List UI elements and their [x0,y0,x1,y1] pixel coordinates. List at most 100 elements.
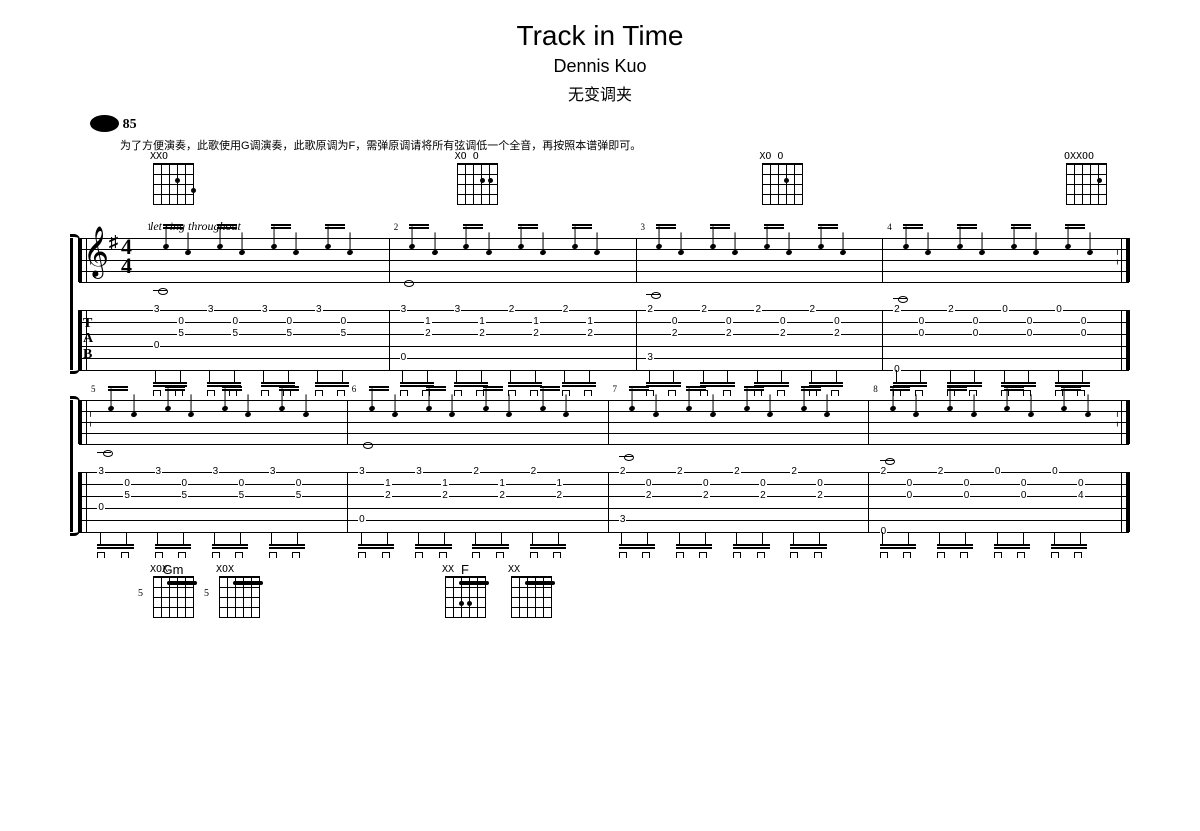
tab-fret: 3 [646,352,654,363]
tab-measure: 0305305305305 [143,310,390,370]
tab-fret: 1 [441,478,449,489]
tab-measure: 0200200000004 [869,472,1129,532]
measure-number: 1 [147,222,152,232]
tab-fret: 2 [532,328,540,339]
tab-fret: 2 [725,328,733,339]
tab-fret: 0 [963,490,971,501]
tab-fret: 0 [340,316,348,327]
composer: Dennis Kuo [70,56,1130,77]
tab-fret: 1 [532,316,540,327]
measure-number: 8 [873,384,878,394]
tab-fret: 2 [645,490,653,501]
tab-fret: 0 [231,316,239,327]
tab-fret: 5 [295,490,303,501]
tab-fret: 0 [295,478,303,489]
tab-measure: 3202202202202 [609,472,870,532]
performance-instructions: 为了方便演奏，此歌使用G调演奏，此歌原调为F，需弹原调请将所有弦调低一个全音，再… [120,137,1130,153]
tab-fret: 3 [358,466,366,477]
tab-fret: 0 [1055,304,1063,315]
tab-measure: 3202202202202 [637,310,884,370]
tab-fret: 2 [700,304,708,315]
subtitle: 无变调夹 [70,81,1130,105]
tab-fret: 2 [530,466,538,477]
chord-diagram: XXO [150,163,196,217]
tab-fret: 5 [231,328,239,339]
chord-diagram-row-partial: Gm5XOX 5XOX FXX XX [70,562,1130,616]
measure-number: 3 [641,222,646,232]
tab-fret: 0 [994,466,1002,477]
tab-staff: TAB0305305305305031231221221232022022022… [78,310,1130,370]
key-signature: ♯ [109,232,118,253]
tab-fret: 1 [478,316,486,327]
tab-fret: 0 [1077,478,1085,489]
measure-number: 7 [613,384,618,394]
tab-fret: 0 [759,478,767,489]
tab-fret: 0 [1020,478,1028,489]
tab-staff: 0305305305305031231221221232022022022020… [78,472,1130,532]
tab-fret: 1 [498,478,506,489]
tab-fret: 0 [123,478,131,489]
tab-fret: 2 [809,304,817,315]
tab-fret: 5 [177,328,185,339]
tab-fret: 2 [619,466,627,477]
chord-diagram: OXXOO [1064,163,1110,217]
tab-fret: 3 [153,304,161,315]
tab-fret: 0 [893,364,901,375]
tab-fret: 3 [315,304,323,315]
tab-fret: 0 [1001,304,1009,315]
tab-fret: 0 [972,328,980,339]
tab-fret: 2 [586,328,594,339]
chord-diagram: XX [508,562,554,616]
tab-fret: 0 [906,490,914,501]
tab-fret: 0 [153,340,161,351]
tab-fret: 1 [556,478,564,489]
tab-fret: 0 [181,478,189,489]
tab-fret: 2 [508,304,516,315]
tab-fret: 3 [97,466,105,477]
tab-fret: 1 [424,316,432,327]
tab-fret: 0 [963,478,971,489]
notation-staff: ¦¦5678 [78,400,1130,444]
tab-fret: 0 [779,316,787,327]
tab-fret: 2 [671,328,679,339]
tab-fret: 0 [1080,316,1088,327]
tab-fret: 5 [238,490,246,501]
tab-measure: 0305305305305 [87,472,348,532]
tab-fret: 3 [400,304,408,315]
tab-fret: 2 [498,490,506,501]
measure-number: 4 [887,222,892,232]
tab-fret: 3 [207,304,215,315]
tab-fret: 2 [759,490,767,501]
tab-fret: 0 [97,502,105,513]
tab-fret: 5 [340,328,348,339]
tab-fret: 0 [816,478,824,489]
tab-fret: 0 [1026,328,1034,339]
tab-fret: 2 [702,490,710,501]
chord-diagram: 5XOX [216,562,262,616]
tab-fret: 0 [286,316,294,327]
tab-fret: 2 [893,304,901,315]
tab-fret: 0 [1080,328,1088,339]
tab-fret: 2 [384,490,392,501]
tab-fret: 4 [1077,490,1085,501]
tab-measure: 0312312212212 [348,472,609,532]
measure-number: 5 [91,384,96,394]
chord-diagram: Gm5XOX [150,562,196,616]
tab-fret: 2 [937,466,945,477]
tab-fret: 0 [880,526,888,537]
tab-fret: 2 [816,490,824,501]
tab-fret: 0 [645,478,653,489]
time-signature: 44 [121,238,132,275]
sheet-music-page: Track in Time Dennis Kuo 无变调夹 ♩ = 85 为了方… [0,0,1200,636]
chord-diagram-row: XXO XO O XO O OXXOO [70,163,1130,217]
tab-fret: 0 [1051,466,1059,477]
tab-fret: 1 [586,316,594,327]
tab-fret: 0 [177,316,185,327]
tab-fret: 2 [947,304,955,315]
tab-fret: 3 [619,514,627,525]
tab-fret: 3 [454,304,462,315]
tab-fret: 0 [1020,490,1028,501]
tab-fret: 3 [212,466,220,477]
music-system: 𝄞♯44¦¦1234TAB030530530530503123122122123… [70,238,1130,370]
tab-fret: 0 [918,328,926,339]
